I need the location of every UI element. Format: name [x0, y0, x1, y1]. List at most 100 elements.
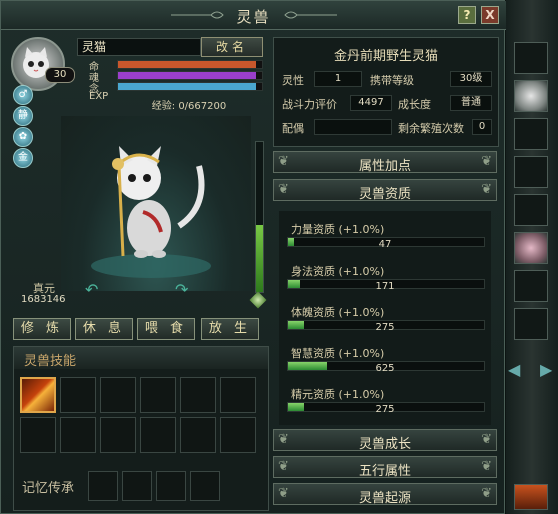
rename-button[interactable]: 改名	[201, 37, 263, 57]
skill-slot[interactable]	[140, 417, 176, 453]
essence-aptitude-label: 精元资质 (+1.0%)	[291, 388, 385, 401]
five-elements-label: 五行属性	[358, 464, 411, 479]
pet-model-stage[interactable]	[61, 116, 251, 291]
skill-slot[interactable]	[60, 377, 96, 413]
rotate-right-icon[interactable]: ↷	[175, 280, 188, 299]
pet-origin-header[interactable]: ❦ 灵兽起源 ❦	[273, 483, 497, 506]
attr-points-header[interactable]: ❦ 属性加点 ❦	[273, 151, 497, 174]
pet-list-slot[interactable]	[514, 308, 548, 340]
pet-growth-header[interactable]: ❦ 灵兽成长 ❦	[273, 429, 497, 452]
growth-label: 成长度	[398, 98, 431, 111]
ornament-right-icon: ❦	[481, 432, 492, 447]
pet-level-badge: 30	[45, 67, 75, 83]
pet-list-right-arrow-icon[interactable]: ▶	[540, 360, 552, 379]
skill-slot-fire[interactable]	[20, 377, 56, 413]
skill-slot[interactable]	[100, 377, 136, 413]
pet-list-slot[interactable]	[514, 194, 548, 226]
wisdom-aptitude-value: 625	[375, 363, 395, 374]
breed-count-label: 剩余繁殖次数	[398, 122, 464, 135]
agility-aptitude-value: 171	[375, 281, 395, 292]
combat-rating-value: 4497	[350, 95, 392, 111]
help-button[interactable]: ?	[458, 6, 476, 24]
skill-slot[interactable]	[220, 417, 256, 453]
physique-aptitude-value: 275	[375, 322, 395, 333]
pet-window: 灵兽 ? X 30 灵猫 改名 命 魂 念 EXP 经验: 0/667200 ♂…	[0, 0, 506, 514]
pet-info-panel: 金丹前期野生灵猫 灵性 1 携带等级 30级 战斗力评价 4497 成长度 普通…	[273, 37, 499, 147]
life-bar	[117, 60, 263, 69]
feed-button[interactable]: 喂 食	[137, 318, 195, 340]
ornament-right-icon: ❦	[481, 486, 492, 501]
memory-slot[interactable]	[88, 471, 118, 501]
title-bar[interactable]: 灵兽 ? X	[1, 1, 506, 30]
combat-rating-label: 战斗力评价	[282, 98, 337, 111]
skill-slot[interactable]	[60, 417, 96, 453]
carry-level-value: 30级	[450, 71, 492, 87]
still-icon[interactable]: 静	[13, 106, 33, 126]
male-icon[interactable]: ♂	[13, 85, 33, 105]
pet-list-slot-pink[interactable]	[514, 232, 548, 264]
mind-bar-fill	[118, 83, 257, 90]
memory-inherit-label: 记忆传承	[22, 481, 75, 496]
aptitude-label: 灵兽资质	[358, 187, 411, 202]
gold-element-icon[interactable]: 金	[13, 148, 33, 168]
skill-panel-title: 灵兽技能	[24, 354, 77, 369]
pet-name-field: 灵猫	[77, 38, 201, 56]
breed-count-value: 0	[472, 119, 492, 135]
gauge-gem-icon	[249, 291, 267, 309]
pet-list-slot-cat[interactable]	[514, 80, 548, 112]
rotate-left-icon[interactable]: ↶	[85, 280, 98, 299]
skill-header: 灵兽技能	[14, 347, 268, 369]
life-bar-fill	[118, 61, 257, 68]
skill-slot[interactable]	[100, 417, 136, 453]
spirit-label: 灵性	[282, 74, 304, 87]
attr-points-label: 属性加点	[358, 159, 411, 174]
soul-bar	[117, 71, 263, 80]
mind-bar	[117, 82, 263, 91]
zhenyuan-gauge	[255, 141, 264, 293]
pet-growth-label: 灵兽成长	[358, 437, 411, 452]
rest-button[interactable]: 休 息	[75, 318, 133, 340]
pet-list-slot-fire[interactable]	[514, 484, 548, 510]
pet-list-left-arrow-icon[interactable]: ◀	[508, 360, 520, 379]
mate-value	[314, 119, 392, 135]
window-title: 灵兽	[236, 8, 271, 26]
strength-aptitude-value: 47	[378, 239, 392, 250]
agility-aptitude-label: 身法资质 (+1.0%)	[291, 265, 385, 278]
ornament-right-icon: ❦	[481, 182, 492, 197]
exp-text: 经验: 0/667200	[151, 101, 227, 112]
skill-slot[interactable]	[180, 417, 216, 453]
carry-level-label: 携带等级	[370, 74, 414, 87]
memory-slot[interactable]	[122, 471, 152, 501]
right-ornament-icon	[284, 11, 337, 19]
spirit-value: 1	[314, 71, 362, 87]
pet-list-slot[interactable]	[514, 118, 548, 150]
five-elements-header[interactable]: ❦ 五行属性 ❦	[273, 456, 497, 479]
cultivate-button[interactable]: 修 炼	[13, 318, 71, 340]
memory-slot[interactable]	[156, 471, 186, 501]
soul-bar-fill	[118, 72, 257, 79]
cat-model-icon	[91, 146, 211, 278]
pet-list-slot[interactable]	[514, 156, 548, 188]
memory-slot[interactable]	[190, 471, 220, 501]
physique-aptitude-label: 体魄资质 (+1.0%)	[291, 306, 385, 319]
aptitude-list: 力量资质 (+1.0%) 47 身法资质 (+1.0%) 171 体魄资质 (+…	[279, 211, 491, 425]
aptitude-header[interactable]: ❦ 灵兽资质 ❦	[273, 179, 497, 202]
zhenyuan-gauge-fill	[256, 224, 263, 292]
release-button[interactable]: 放 生	[201, 318, 259, 340]
skill-slot[interactable]	[180, 377, 216, 413]
pet-list-slot[interactable]	[514, 42, 548, 74]
ornament-right-icon: ❦	[481, 459, 492, 474]
pet-list-slot[interactable]	[514, 270, 548, 302]
mate-label: 配偶	[282, 122, 304, 135]
ornament-right-icon: ❦	[481, 154, 492, 169]
skill-panel: 灵兽技能 记忆传承	[13, 346, 269, 511]
exp-label: EXP	[89, 91, 109, 102]
close-button[interactable]: X	[481, 6, 499, 24]
pet-rank-title: 金丹前期野生灵猫	[333, 49, 438, 64]
essence-aptitude-value: 275	[375, 404, 395, 415]
paw-icon[interactable]: ✿	[13, 127, 33, 147]
skill-slot[interactable]	[20, 417, 56, 453]
zhenyuan-value: 1683146	[21, 294, 66, 305]
skill-slot[interactable]	[220, 377, 256, 413]
skill-slot[interactable]	[140, 377, 176, 413]
